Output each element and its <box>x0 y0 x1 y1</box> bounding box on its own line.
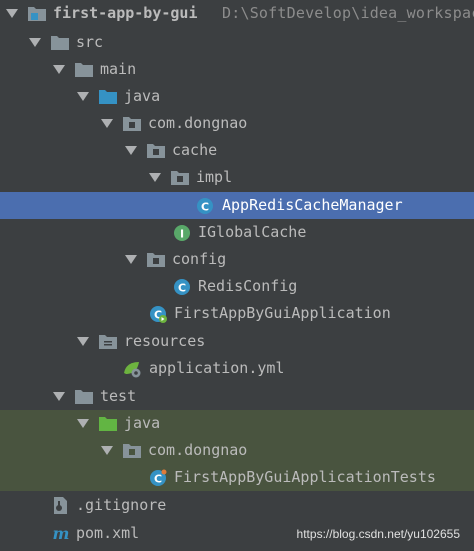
tree-row-cache[interactable]: cache <box>0 137 474 164</box>
tree-row-first-app-tests[interactable]: C FirstAppByGuiApplicationTests <box>0 464 474 491</box>
tree-row-impl[interactable]: impl <box>0 164 474 191</box>
folder-label-resources: resources <box>124 332 206 350</box>
interface-icon: I <box>172 223 192 242</box>
class-label: FirstAppByGuiApplication <box>174 304 391 322</box>
file-label: .gitignore <box>76 496 167 514</box>
tree-row-test[interactable]: test <box>0 383 474 410</box>
package-icon <box>146 250 166 269</box>
test-folder-icon <box>98 414 118 433</box>
file-label: pom.xml <box>76 524 140 542</box>
tree-row-java-test[interactable]: java <box>0 410 474 437</box>
package-label: impl <box>196 168 233 186</box>
tree-row-project[interactable]: first-app-by-gui D:\SoftDevelop\idea_wor… <box>0 0 474 27</box>
expand-arrow-icon[interactable] <box>53 392 65 401</box>
folder-label-java: java <box>124 87 161 105</box>
folder-label-java: java <box>124 414 161 432</box>
folder-icon <box>50 33 70 52</box>
folder-label-main: main <box>100 60 137 78</box>
expand-arrow-icon[interactable] <box>125 146 137 155</box>
project-path: D:\SoftDevelop\idea_workspace <box>222 4 474 22</box>
expand-arrow-icon[interactable] <box>77 419 89 428</box>
folder-icon <box>74 60 94 79</box>
expand-arrow-icon[interactable] <box>77 92 89 101</box>
class-icon: C <box>195 196 215 215</box>
package-icon <box>170 168 190 187</box>
tree-row-config[interactable]: config <box>0 246 474 273</box>
gitignore-file-icon <box>51 496 71 515</box>
expand-arrow-icon[interactable] <box>77 337 89 346</box>
folder-label-src: src <box>76 33 104 51</box>
class-label: AppRedisCacheManager <box>222 196 403 214</box>
folder-label-test: test <box>100 387 137 405</box>
tree-row-redis-config[interactable]: C RedisConfig <box>0 273 474 300</box>
expand-arrow-icon[interactable] <box>6 9 18 18</box>
tree-row-gitignore[interactable]: .gitignore <box>0 492 474 519</box>
tree-row-resources[interactable]: resources <box>0 328 474 355</box>
class-label: FirstAppByGuiApplicationTests <box>174 468 436 486</box>
tree-row-first-app-application[interactable]: C FirstAppByGuiApplication <box>0 300 474 327</box>
project-folder-icon <box>27 4 47 23</box>
expand-arrow-icon[interactable] <box>29 38 41 47</box>
package-icon <box>122 114 142 133</box>
expand-arrow-icon[interactable] <box>125 255 137 264</box>
tree-row-package-main[interactable]: com.dongnao <box>0 110 474 137</box>
source-folder-icon <box>98 87 118 106</box>
package-icon <box>122 441 142 460</box>
spring-boot-class-icon: C <box>148 304 168 323</box>
tree-row-iglobal-cache[interactable]: I IGlobalCache <box>0 219 474 246</box>
expand-arrow-icon[interactable] <box>101 446 113 455</box>
svg-text:m: m <box>53 524 70 543</box>
class-icon: C <box>148 468 168 487</box>
file-label: application.yml <box>149 359 285 377</box>
tree-row-java-main[interactable]: java <box>0 83 474 110</box>
tree-row-application-yml[interactable]: application.yml <box>0 355 474 382</box>
tree-row-app-redis-cache-manager[interactable]: C AppRedisCacheManager <box>0 192 474 219</box>
class-label: RedisConfig <box>198 277 298 295</box>
expand-arrow-icon[interactable] <box>53 65 65 74</box>
package-icon <box>146 141 166 160</box>
spring-yaml-icon <box>122 359 142 378</box>
class-icon: C <box>172 277 192 296</box>
package-label: com.dongnao <box>148 441 248 459</box>
package-label: cache <box>172 141 218 159</box>
interface-label: IGlobalCache <box>198 223 307 241</box>
svg-text:C: C <box>178 282 186 295</box>
maven-icon: m <box>51 524 71 543</box>
package-label: config <box>172 250 227 268</box>
expand-arrow-icon[interactable] <box>101 119 113 128</box>
project-name: first-app-by-gui <box>53 4 198 22</box>
watermark: https://blog.csdn.net/yu102655 <box>296 527 460 541</box>
svg-text:C: C <box>201 201 209 214</box>
expand-arrow-icon[interactable] <box>149 173 161 182</box>
svg-text:C: C <box>154 473 162 486</box>
project-tree[interactable]: first-app-by-gui D:\SoftDevelop\idea_wor… <box>0 0 474 551</box>
svg-text:I: I <box>180 228 184 241</box>
tree-row-src[interactable]: src <box>0 29 474 56</box>
tree-row-main[interactable]: main <box>0 56 474 83</box>
resources-folder-icon <box>98 332 118 351</box>
folder-icon <box>74 387 94 406</box>
package-label: com.dongnao <box>148 114 248 132</box>
tree-row-package-test[interactable]: com.dongnao <box>0 437 474 464</box>
